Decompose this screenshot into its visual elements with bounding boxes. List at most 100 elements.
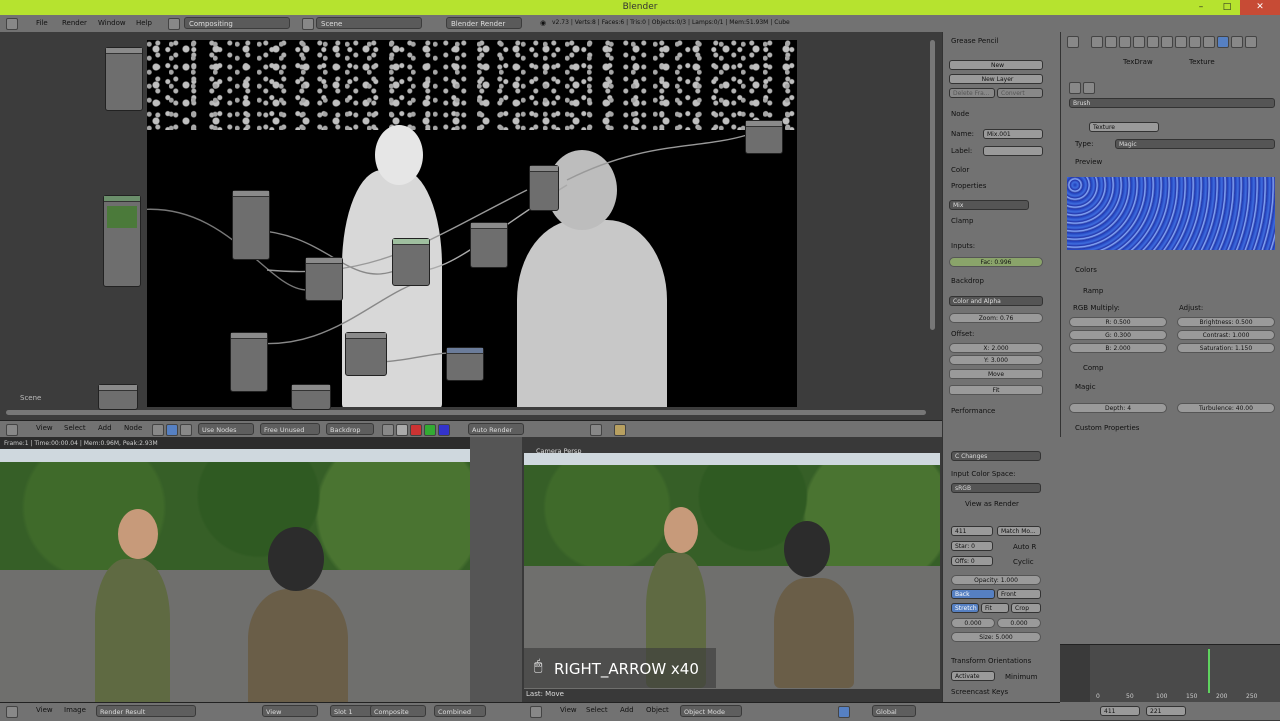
node-input-d[interactable] bbox=[291, 384, 331, 410]
stretch-button[interactable]: Stretch bbox=[951, 603, 979, 613]
depth-field[interactable]: Depth: 4 bbox=[1069, 403, 1167, 413]
image-x-field[interactable]: 0.000 bbox=[951, 618, 995, 628]
comp-toggle[interactable]: Comp bbox=[1083, 364, 1103, 372]
move-button[interactable]: Move bbox=[949, 369, 1043, 379]
contrast-field[interactable]: Contrast: 1.000 bbox=[1177, 330, 1275, 340]
image-menu-image[interactable]: Image bbox=[64, 706, 86, 714]
node-mix-b[interactable] bbox=[470, 222, 508, 268]
offset-y-field[interactable]: Y: 3.000 bbox=[949, 355, 1043, 365]
brightness-field[interactable]: Brightness: 0.500 bbox=[1177, 317, 1275, 327]
properties-section[interactable]: Properties bbox=[951, 182, 986, 190]
scene-select[interactable]: Scene bbox=[316, 17, 422, 29]
shader-tree-icon[interactable] bbox=[152, 424, 164, 436]
crop-button[interactable]: Crop bbox=[1011, 603, 1041, 613]
screen-layout-select[interactable]: Compositing bbox=[184, 17, 290, 29]
image-y-field[interactable]: 0.000 bbox=[997, 618, 1041, 628]
render-pass-select[interactable]: Combined bbox=[434, 705, 486, 717]
clamp-checkbox[interactable]: Clamp bbox=[951, 217, 973, 225]
delete-frame-button[interactable]: Delete Fra... bbox=[949, 88, 995, 98]
node-color-correct[interactable] bbox=[232, 190, 270, 260]
viewport-menu-select[interactable]: Select bbox=[586, 706, 608, 714]
backdrop-section[interactable]: Backdrop bbox=[951, 277, 984, 285]
texture-user-select[interactable]: Brush bbox=[1069, 98, 1275, 108]
modifiers-tab-icon[interactable] bbox=[1175, 36, 1187, 48]
node-editor-vscrollbar[interactable] bbox=[930, 40, 935, 330]
channel-alpha-icon[interactable] bbox=[396, 424, 408, 436]
image-select[interactable]: Render Result bbox=[96, 705, 196, 717]
image-editor-type-icon[interactable] bbox=[6, 706, 18, 718]
node-mix-a[interactable] bbox=[305, 257, 343, 301]
world-texture-icon[interactable] bbox=[1069, 82, 1081, 94]
node-input-a[interactable] bbox=[105, 47, 143, 111]
node-viewer[interactable] bbox=[529, 165, 559, 211]
convert-button[interactable]: Convert bbox=[997, 88, 1043, 98]
saturation-field[interactable]: Saturation: 1.150 bbox=[1177, 343, 1275, 353]
material-tab-icon[interactable] bbox=[1203, 36, 1215, 48]
current-frame-marker[interactable] bbox=[1208, 649, 1210, 693]
tex-draw-tab[interactable]: TexDraw bbox=[1123, 58, 1153, 66]
world-tab-icon[interactable] bbox=[1133, 36, 1145, 48]
editor-type-icon[interactable] bbox=[6, 18, 18, 30]
viewport-menu-object[interactable]: Object bbox=[646, 706, 669, 714]
image-editor[interactable]: Frame:1 | Time:00:00.04 | Mem:0.96M, Pea… bbox=[0, 437, 470, 702]
frames-field[interactable]: 411 bbox=[951, 526, 993, 536]
front-button[interactable]: Front bbox=[997, 589, 1041, 599]
screencast-keys-section[interactable]: Screencast Keys bbox=[951, 688, 1008, 696]
constraints-tab-icon[interactable] bbox=[1161, 36, 1173, 48]
channel-green-icon[interactable] bbox=[424, 424, 436, 436]
node-composite[interactable] bbox=[745, 120, 783, 154]
colors-section[interactable]: Colors bbox=[1075, 266, 1097, 274]
back-button[interactable]: Back bbox=[951, 589, 995, 599]
color-space-select[interactable]: sRGB bbox=[951, 483, 1041, 493]
auto-render-checkbox[interactable]: Auto Render bbox=[468, 423, 524, 435]
ramp-checkbox[interactable]: Ramp bbox=[1083, 287, 1103, 295]
node-section[interactable]: Node bbox=[951, 110, 969, 118]
texture-tree-icon[interactable] bbox=[180, 424, 192, 436]
texture-type-select[interactable]: Magic bbox=[1115, 139, 1275, 149]
viewport-menu-view[interactable]: View bbox=[560, 706, 577, 714]
new-layer-button[interactable]: New Layer bbox=[949, 74, 1043, 84]
fac-slider[interactable]: Fac: 0.996 bbox=[949, 257, 1043, 267]
node-editor-hscrollbar[interactable] bbox=[6, 410, 926, 415]
particles-tab-icon[interactable] bbox=[1231, 36, 1243, 48]
backdrop-toggle[interactable]: Backdrop bbox=[326, 423, 374, 435]
node-label-field[interactable] bbox=[983, 146, 1043, 156]
node-movie-clip[interactable] bbox=[103, 195, 141, 287]
brush-texture-icon[interactable] bbox=[1083, 82, 1095, 94]
node-menu-add[interactable]: Add bbox=[98, 424, 112, 432]
activate-button[interactable]: Activate bbox=[951, 671, 995, 681]
channel-blue-icon[interactable] bbox=[438, 424, 450, 436]
node-blur[interactable] bbox=[230, 332, 268, 392]
texture-tab-icon[interactable] bbox=[1217, 36, 1229, 48]
node-editor-type-icon[interactable] bbox=[6, 424, 18, 436]
transform-orientations-section[interactable]: Transform Orientations bbox=[951, 657, 1031, 665]
magic-section[interactable]: Magic bbox=[1075, 383, 1096, 391]
zoom-field[interactable]: Zoom: 0.76 bbox=[949, 313, 1043, 323]
viewport-type-icon[interactable] bbox=[530, 706, 542, 718]
compositing-tree-icon[interactable] bbox=[166, 424, 178, 436]
start-field[interactable]: Star: 0 bbox=[951, 541, 993, 551]
node-menu-view[interactable]: View bbox=[36, 424, 53, 432]
close-button[interactable]: ✕ bbox=[1240, 0, 1280, 15]
node-menu-node[interactable]: Node bbox=[124, 424, 142, 432]
viewport-menu-add[interactable]: Add bbox=[620, 706, 634, 714]
node-menu-select[interactable]: Select bbox=[64, 424, 86, 432]
data-tab-icon[interactable] bbox=[1189, 36, 1201, 48]
node-name-field[interactable]: Mix.001 bbox=[983, 129, 1043, 139]
fit-button[interactable]: Fit bbox=[949, 385, 1043, 395]
cyclic-checkbox[interactable]: Cyclic bbox=[1013, 558, 1034, 566]
auto-refresh-checkbox[interactable]: Auto R bbox=[1013, 543, 1036, 551]
r-field[interactable]: R: 0.500 bbox=[1069, 317, 1167, 327]
frame-start-field[interactable]: 411 bbox=[1100, 706, 1140, 716]
node-mix-001[interactable] bbox=[392, 238, 430, 286]
preview-section[interactable]: Preview bbox=[1075, 158, 1102, 166]
render-engine-select[interactable]: Blender Render bbox=[446, 17, 522, 29]
menu-render[interactable]: Render bbox=[62, 19, 87, 27]
b-field[interactable]: B: 2.000 bbox=[1069, 343, 1167, 353]
grease-pencil-section[interactable]: Grease Pencil bbox=[951, 37, 998, 45]
channel-red-icon[interactable] bbox=[410, 424, 422, 436]
backdrop-channels-select[interactable]: Color and Alpha bbox=[949, 296, 1043, 306]
object-tab-icon[interactable] bbox=[1147, 36, 1159, 48]
node-input-c[interactable] bbox=[98, 384, 138, 410]
image-size-field[interactable]: Size: 5.000 bbox=[951, 632, 1041, 642]
